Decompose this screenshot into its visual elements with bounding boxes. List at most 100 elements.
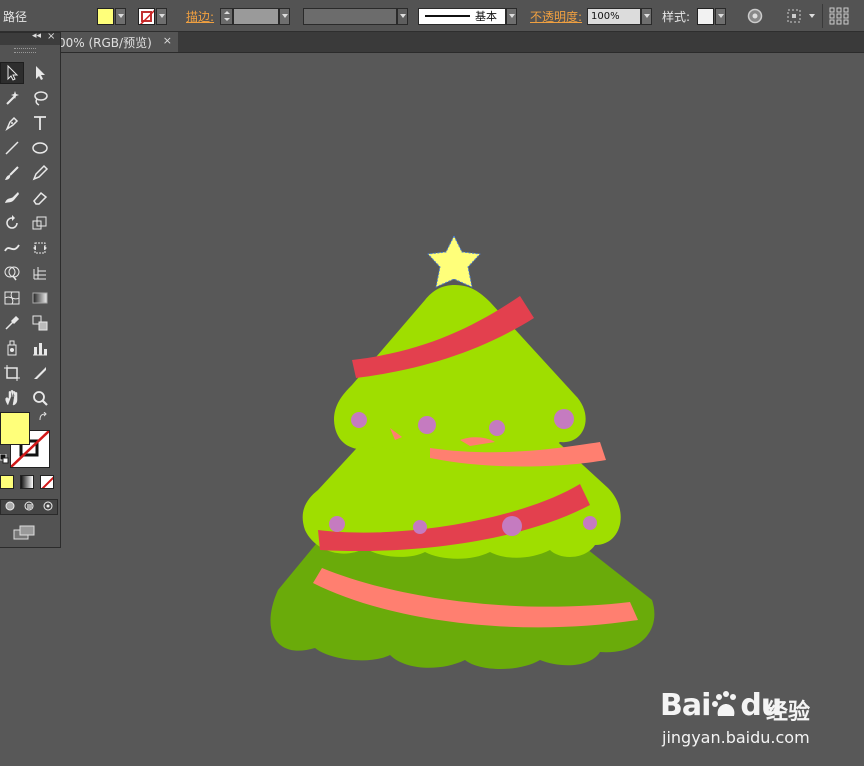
artboard-canvas[interactable] xyxy=(61,53,864,766)
variable-width-dropdown-arrow[interactable] xyxy=(397,7,408,25)
grid-align-icon[interactable] xyxy=(828,5,850,27)
brush-definition-field[interactable]: 基本 xyxy=(418,7,506,25)
document-tab-close-button[interactable]: × xyxy=(163,34,172,47)
draw-behind-icon[interactable] xyxy=(23,500,35,515)
pencil-tool[interactable] xyxy=(28,162,52,184)
watermark-product: 经验 xyxy=(766,700,811,725)
panel-collapse-button[interactable]: ◂◂ xyxy=(32,31,41,41)
brush-definition-dropdown-arrow[interactable] xyxy=(506,7,517,25)
recolor-icon[interactable] xyxy=(744,5,766,27)
opacity-control[interactable]: 100% xyxy=(587,0,652,32)
stroke-weight-stepper[interactable] xyxy=(220,7,233,25)
direct-selection-tool[interactable] xyxy=(28,62,52,84)
blend-tool[interactable] xyxy=(28,312,52,334)
draw-normal-icon[interactable] xyxy=(4,500,16,515)
color-mode-button[interactable] xyxy=(0,475,14,489)
screen-mode-button[interactable] xyxy=(13,525,35,544)
opacity-label[interactable]: 不透明度: xyxy=(530,0,582,32)
fill-swatch[interactable] xyxy=(97,7,114,25)
symbol-sprayer-tool[interactable] xyxy=(0,337,24,359)
document-tab-title[interactable]: 00% (RGB/预览) xyxy=(58,34,152,51)
stroke-dropdown-arrow[interactable] xyxy=(156,7,167,25)
free-transform-tool[interactable] xyxy=(28,237,52,259)
zoom-tool[interactable] xyxy=(28,387,52,409)
mesh-tool[interactable] xyxy=(0,287,24,309)
ellipse-tool[interactable] xyxy=(28,137,52,159)
stroke-weight-control[interactable] xyxy=(220,0,290,32)
recolor-artwork-button[interactable] xyxy=(744,0,766,32)
column-graph-icon xyxy=(33,343,47,356)
scale-tool[interactable] xyxy=(28,212,52,234)
fill-dropdown-arrow[interactable] xyxy=(115,7,126,25)
tools-panel-header[interactable]: ◂◂ × xyxy=(0,31,60,45)
hand-icon xyxy=(5,390,18,406)
artboard-icon xyxy=(4,365,20,381)
align-panel-button[interactable] xyxy=(828,0,850,32)
fill-color-indicator[interactable] xyxy=(0,412,30,445)
eyedropper-tool[interactable] xyxy=(0,312,24,334)
variable-width-profile[interactable] xyxy=(303,7,397,25)
column-graph-tool[interactable] xyxy=(28,337,52,359)
default-colors-icon[interactable] xyxy=(0,453,9,467)
stroke-label[interactable]: 描边: xyxy=(186,0,214,32)
lasso-tool[interactable] xyxy=(28,87,52,109)
eyedropper-icon xyxy=(5,315,20,330)
screen-mode-icon xyxy=(13,525,35,540)
opacity-input[interactable]: 100% xyxy=(587,7,641,25)
document-tab[interactable]: 00% (RGB/预览) × xyxy=(58,32,178,52)
opacity-label-text[interactable]: 不透明度: xyxy=(530,8,582,25)
opacity-dropdown-arrow[interactable] xyxy=(641,7,652,25)
selection-tool[interactable] xyxy=(0,62,24,84)
stroke-weight-dropdown-arrow[interactable] xyxy=(279,7,290,25)
blob-brush-icon xyxy=(5,192,19,203)
type-tool[interactable] xyxy=(28,112,52,134)
graphic-style-control[interactable] xyxy=(697,0,726,32)
swap-fill-stroke-icon[interactable] xyxy=(38,411,48,425)
graphic-style-dropdown-arrow[interactable] xyxy=(715,7,726,25)
isolate-object-icon[interactable] xyxy=(784,5,806,27)
blob-brush-tool[interactable] xyxy=(0,187,24,209)
isolate-dropdown-arrow[interactable] xyxy=(806,8,817,25)
stepper-down-icon[interactable] xyxy=(223,18,230,22)
fill-color-control[interactable] xyxy=(97,0,126,32)
symbol-sprayer-icon xyxy=(7,340,17,356)
magic-wand-tool[interactable] xyxy=(0,87,24,109)
magnifier-icon xyxy=(33,391,48,406)
eraser-tool[interactable] xyxy=(28,187,52,209)
blend-icon xyxy=(32,315,48,331)
slice-tool[interactable] xyxy=(28,362,52,384)
pen-tool[interactable] xyxy=(0,112,24,134)
panel-grip[interactable] xyxy=(14,48,36,53)
perspective-grid-tool[interactable] xyxy=(28,262,52,284)
brush-definition-control[interactable]: 基本 xyxy=(418,0,517,32)
line-segment-tool[interactable] xyxy=(0,137,24,159)
artboard-tool[interactable] xyxy=(0,362,24,384)
stroke-none-swatch[interactable] xyxy=(138,7,155,25)
ornament xyxy=(329,516,345,532)
panel-close-button[interactable]: × xyxy=(47,31,55,42)
ornament xyxy=(351,412,367,428)
opacity-value[interactable]: 100% xyxy=(591,11,620,22)
pencil-icon xyxy=(32,164,49,181)
stroke-weight-input[interactable] xyxy=(233,7,279,25)
stroke-color-control[interactable] xyxy=(138,0,167,32)
none-mode-button[interactable] xyxy=(40,475,54,489)
paintbrush-tool[interactable] xyxy=(0,162,24,184)
hand-tool[interactable] xyxy=(0,387,24,409)
variable-width-control[interactable] xyxy=(303,0,408,32)
rotate-tool[interactable] xyxy=(0,212,24,234)
stepper-up-icon[interactable] xyxy=(223,10,230,14)
graphic-style-swatch[interactable] xyxy=(697,7,714,25)
scale-icon xyxy=(32,216,47,230)
tree-star-selected xyxy=(427,235,481,288)
isolate-button[interactable] xyxy=(784,0,817,32)
type-t-icon xyxy=(34,116,46,130)
stroke-label-text[interactable]: 描边: xyxy=(186,8,214,25)
shape-builder-tool[interactable] xyxy=(0,262,24,284)
gradient-tool[interactable] xyxy=(28,287,52,309)
draw-inside-icon[interactable] xyxy=(42,500,54,515)
gradient-mode-button[interactable] xyxy=(20,475,34,489)
width-tool[interactable] xyxy=(0,237,24,259)
pen-nib-icon xyxy=(5,116,19,132)
object-type-label: 路径 xyxy=(3,0,27,32)
